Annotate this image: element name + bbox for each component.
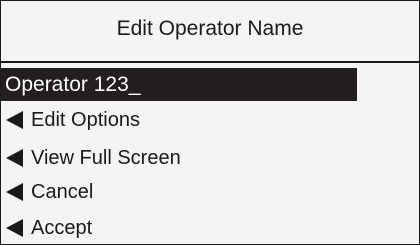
page-title: Edit Operator Name	[116, 17, 304, 40]
menu-item-accept[interactable]: Accept	[1, 213, 301, 243]
menu-item-label: View Full Screen	[31, 146, 181, 169]
menu-item-label: Edit Options	[31, 108, 140, 131]
left-arrow-icon	[6, 111, 23, 129]
left-arrow-icon	[6, 219, 23, 237]
operator-name-field[interactable]: Operator 123_	[1, 68, 357, 101]
menu-item-label: Accept	[31, 216, 93, 239]
menu-item-view-full-screen[interactable]: View Full Screen	[1, 143, 301, 173]
menu-item-edit-options[interactable]: Edit Options	[1, 105, 301, 135]
menu-item-cancel[interactable]: Cancel	[1, 177, 301, 207]
menu-item-label: Cancel	[31, 180, 94, 203]
title-divider	[1, 61, 419, 63]
lcd-screen: Edit Operator Name Operator 123_ Edit Op…	[0, 0, 420, 245]
left-arrow-icon	[6, 183, 23, 201]
left-arrow-icon	[6, 149, 23, 167]
